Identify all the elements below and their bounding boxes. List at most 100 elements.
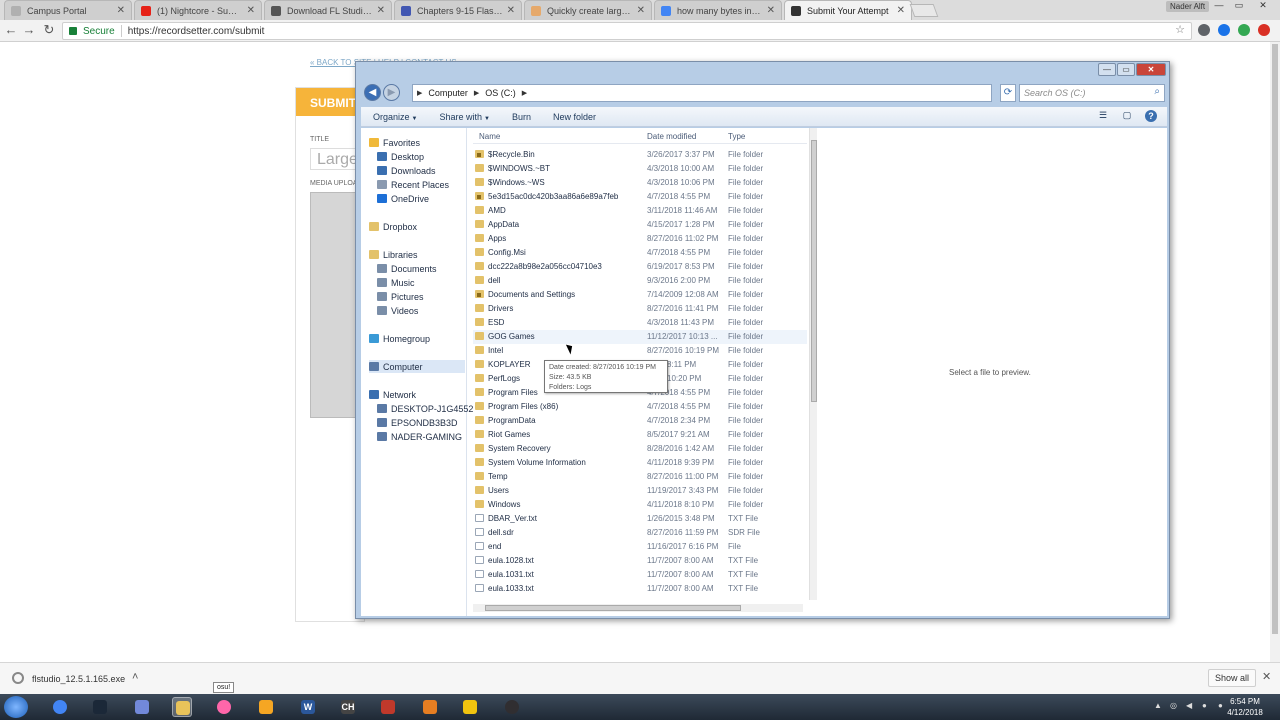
file-row[interactable]: eula.1033.txt 11/7/2007 8:00 AM TXT File bbox=[473, 582, 807, 596]
file-explorer-icon[interactable] bbox=[172, 697, 192, 717]
help-icon[interactable]: ? bbox=[1145, 110, 1157, 122]
nav-computer[interactable]: Computer bbox=[369, 360, 465, 373]
close-tab-icon[interactable]: ✕ bbox=[247, 5, 255, 16]
discord-icon[interactable] bbox=[132, 697, 152, 717]
file-row[interactable]: $WINDOWS.~BT 4/3/2018 10:00 AM File folder bbox=[473, 162, 807, 176]
file-row[interactable]: DBAR_Ver.txt 1/26/2015 3:48 PM TXT File bbox=[473, 512, 807, 526]
clock[interactable]: 6:54 PM 4/12/2018 bbox=[1224, 696, 1266, 718]
browser-tab[interactable]: Campus Portal ✕ bbox=[4, 0, 132, 20]
burn-button[interactable]: Burn bbox=[512, 112, 531, 122]
back-icon[interactable]: ← bbox=[4, 23, 18, 37]
chevron-up-icon[interactable]: ˄ bbox=[132, 671, 138, 683]
close-tab-icon[interactable]: ✕ bbox=[637, 5, 645, 16]
file-row[interactable]: Windows 4/11/2018 8:10 PM File folder bbox=[473, 498, 807, 512]
nav-dropbox[interactable]: Dropbox bbox=[369, 220, 417, 233]
nav-item[interactable]: EPSONDB3B3D bbox=[377, 416, 458, 429]
file-row[interactable]: AMD 3/11/2018 11:46 AM File folder bbox=[473, 204, 807, 218]
extension-icon[interactable] bbox=[1218, 24, 1230, 36]
close-icon[interactable]: ✕ bbox=[1136, 63, 1166, 76]
start-button-icon[interactable] bbox=[4, 696, 28, 718]
extension-icon[interactable] bbox=[1238, 24, 1250, 36]
minimize-icon[interactable]: — bbox=[1210, 0, 1228, 12]
breadcrumb[interactable]: ▶ Computer ▶ OS (C:) ▶ bbox=[412, 84, 992, 102]
file-row[interactable]: AppData 4/15/2017 1:28 PM File folder bbox=[473, 218, 807, 232]
nav-item[interactable]: Pictures bbox=[377, 290, 424, 303]
file-row[interactable]: Temp 8/27/2016 11:00 PM File folder bbox=[473, 470, 807, 484]
file-row[interactable]: end 11/16/2017 6:16 PM File bbox=[473, 540, 807, 554]
chevron-up-icon[interactable]: ▲ bbox=[1154, 701, 1164, 711]
close-icon[interactable]: ✕ bbox=[1254, 0, 1272, 12]
bookmark-star-icon[interactable]: ☆ bbox=[1175, 23, 1185, 36]
file-row[interactable]: Program Files (x86) 4/7/2018 4:55 PM File … bbox=[473, 400, 807, 414]
game-icon[interactable] bbox=[378, 697, 398, 717]
nav-item[interactable]: Downloads bbox=[377, 164, 436, 177]
nav-network[interactable]: Network bbox=[369, 388, 416, 401]
view-options-icon[interactable]: ☰ bbox=[1097, 110, 1109, 122]
close-icon[interactable]: ✕ bbox=[1262, 670, 1271, 683]
nav-item[interactable]: Documents bbox=[377, 262, 437, 275]
obs-icon[interactable] bbox=[502, 697, 522, 717]
reload-icon[interactable]: ↻ bbox=[42, 23, 56, 37]
steam-icon[interactable] bbox=[90, 697, 110, 717]
share-with-button[interactable]: Share with ▼ bbox=[439, 112, 489, 122]
extension-icon[interactable] bbox=[1258, 24, 1270, 36]
volume-icon[interactable]: ◀ bbox=[1186, 701, 1196, 711]
scrollbar-thumb[interactable] bbox=[1272, 44, 1278, 634]
file-row[interactable]: Documents and Settings 7/14/2009 12:08 AM… bbox=[473, 288, 807, 302]
nav-item[interactable]: DESKTOP-J1G4552 bbox=[377, 402, 473, 415]
organize-button[interactable]: Organize ▼ bbox=[373, 112, 417, 122]
file-row[interactable]: ESD 4/3/2018 11:43 PM File folder bbox=[473, 316, 807, 330]
page-scrollbar[interactable] bbox=[1270, 42, 1280, 662]
headphones-icon[interactable] bbox=[460, 697, 480, 717]
back-icon[interactable]: ◀ bbox=[364, 84, 381, 101]
minimize-icon[interactable]: — bbox=[1098, 63, 1116, 76]
file-row[interactable]: Drivers 8/27/2016 11:41 PM File folder bbox=[473, 302, 807, 316]
nav-item[interactable]: OneDrive bbox=[377, 192, 429, 205]
column-name[interactable]: Name bbox=[479, 132, 500, 141]
browser-tab[interactable]: Chapters 9-15 Flashcard ✕ bbox=[394, 0, 522, 20]
column-date-modified[interactable]: Date modified bbox=[647, 132, 696, 141]
scrollbar-thumb[interactable] bbox=[811, 140, 817, 402]
extension-icon[interactable] bbox=[1198, 24, 1210, 36]
file-row[interactable]: Users 11/19/2017 3:43 PM File folder bbox=[473, 484, 807, 498]
new-tab-button[interactable] bbox=[909, 4, 939, 17]
fl-studio-icon[interactable] bbox=[256, 697, 276, 717]
nav-item[interactable]: Videos bbox=[377, 304, 418, 317]
maximize-icon[interactable]: ▭ bbox=[1117, 63, 1135, 76]
close-tab-icon[interactable]: ✕ bbox=[507, 5, 515, 16]
app-icon[interactable]: CH bbox=[338, 697, 358, 717]
file-row[interactable]: dell 9/3/2016 2:00 PM File folder bbox=[473, 274, 807, 288]
file-row[interactable]: Intel 8/27/2016 10:19 PM File folder bbox=[473, 344, 807, 358]
breadcrumb-drive[interactable]: OS (C:) bbox=[485, 88, 516, 98]
file-row[interactable]: Config.Msi 4/7/2018 4:55 PM File folder bbox=[473, 246, 807, 260]
file-row[interactable]: Riot Games 8/5/2017 9:21 AM File folder bbox=[473, 428, 807, 442]
word-icon[interactable]: W bbox=[298, 697, 318, 717]
search-icon[interactable]: ⌕ bbox=[1154, 86, 1160, 97]
file-list-horizontal-scrollbar[interactable] bbox=[473, 604, 803, 612]
file-row[interactable]: dcc222a8b98e2a056cc04710e3 6/19/2017 8:53… bbox=[473, 260, 807, 274]
show-all-button[interactable]: Show all bbox=[1208, 669, 1257, 687]
maximize-icon[interactable]: ▭ bbox=[1230, 0, 1248, 12]
url-text[interactable]: https://recordsetter.com/submit bbox=[128, 26, 265, 37]
file-row[interactable]: eula.1028.txt 11/7/2007 8:00 AM TXT File bbox=[473, 554, 807, 568]
address-bar[interactable]: Secure https://recordsetter.com/submit ☆ bbox=[62, 22, 1192, 40]
browser-tab[interactable]: Quickly create large file ✕ bbox=[524, 0, 652, 20]
chrome-icon[interactable] bbox=[50, 697, 70, 717]
nav-favorites[interactable]: Favorites bbox=[369, 136, 420, 149]
nav-homegroup[interactable]: Homegroup bbox=[369, 332, 430, 345]
nav-item[interactable]: Desktop bbox=[377, 150, 424, 163]
preview-pane-icon[interactable]: ▢ bbox=[1121, 110, 1133, 122]
nav-item[interactable]: Music bbox=[377, 276, 415, 289]
profile-badge[interactable]: Nader Alft bbox=[1166, 1, 1210, 12]
file-row[interactable]: ProgramData 4/7/2018 2:34 PM File folder bbox=[473, 414, 807, 428]
browser-tab[interactable]: Submit Your Attempt ✕ bbox=[784, 0, 912, 20]
file-row[interactable]: GOG Games 11/12/2017 10:13 ... File folder bbox=[473, 330, 807, 344]
file-list-vertical-scrollbar[interactable] bbox=[809, 128, 817, 600]
browser-tab[interactable]: Download FL Studio 12 ✕ bbox=[264, 0, 392, 20]
file-row[interactable]: eula.1031.txt 11/7/2007 8:00 AM TXT File bbox=[473, 568, 807, 582]
forward-icon[interactable]: ▶ bbox=[383, 84, 400, 101]
breadcrumb-computer[interactable]: Computer bbox=[428, 88, 468, 98]
tray-app-icon[interactable]: ● bbox=[1202, 701, 1212, 711]
search-input[interactable]: Search OS (C:) ⌕ bbox=[1019, 84, 1165, 102]
new-folder-button[interactable]: New folder bbox=[553, 112, 596, 122]
